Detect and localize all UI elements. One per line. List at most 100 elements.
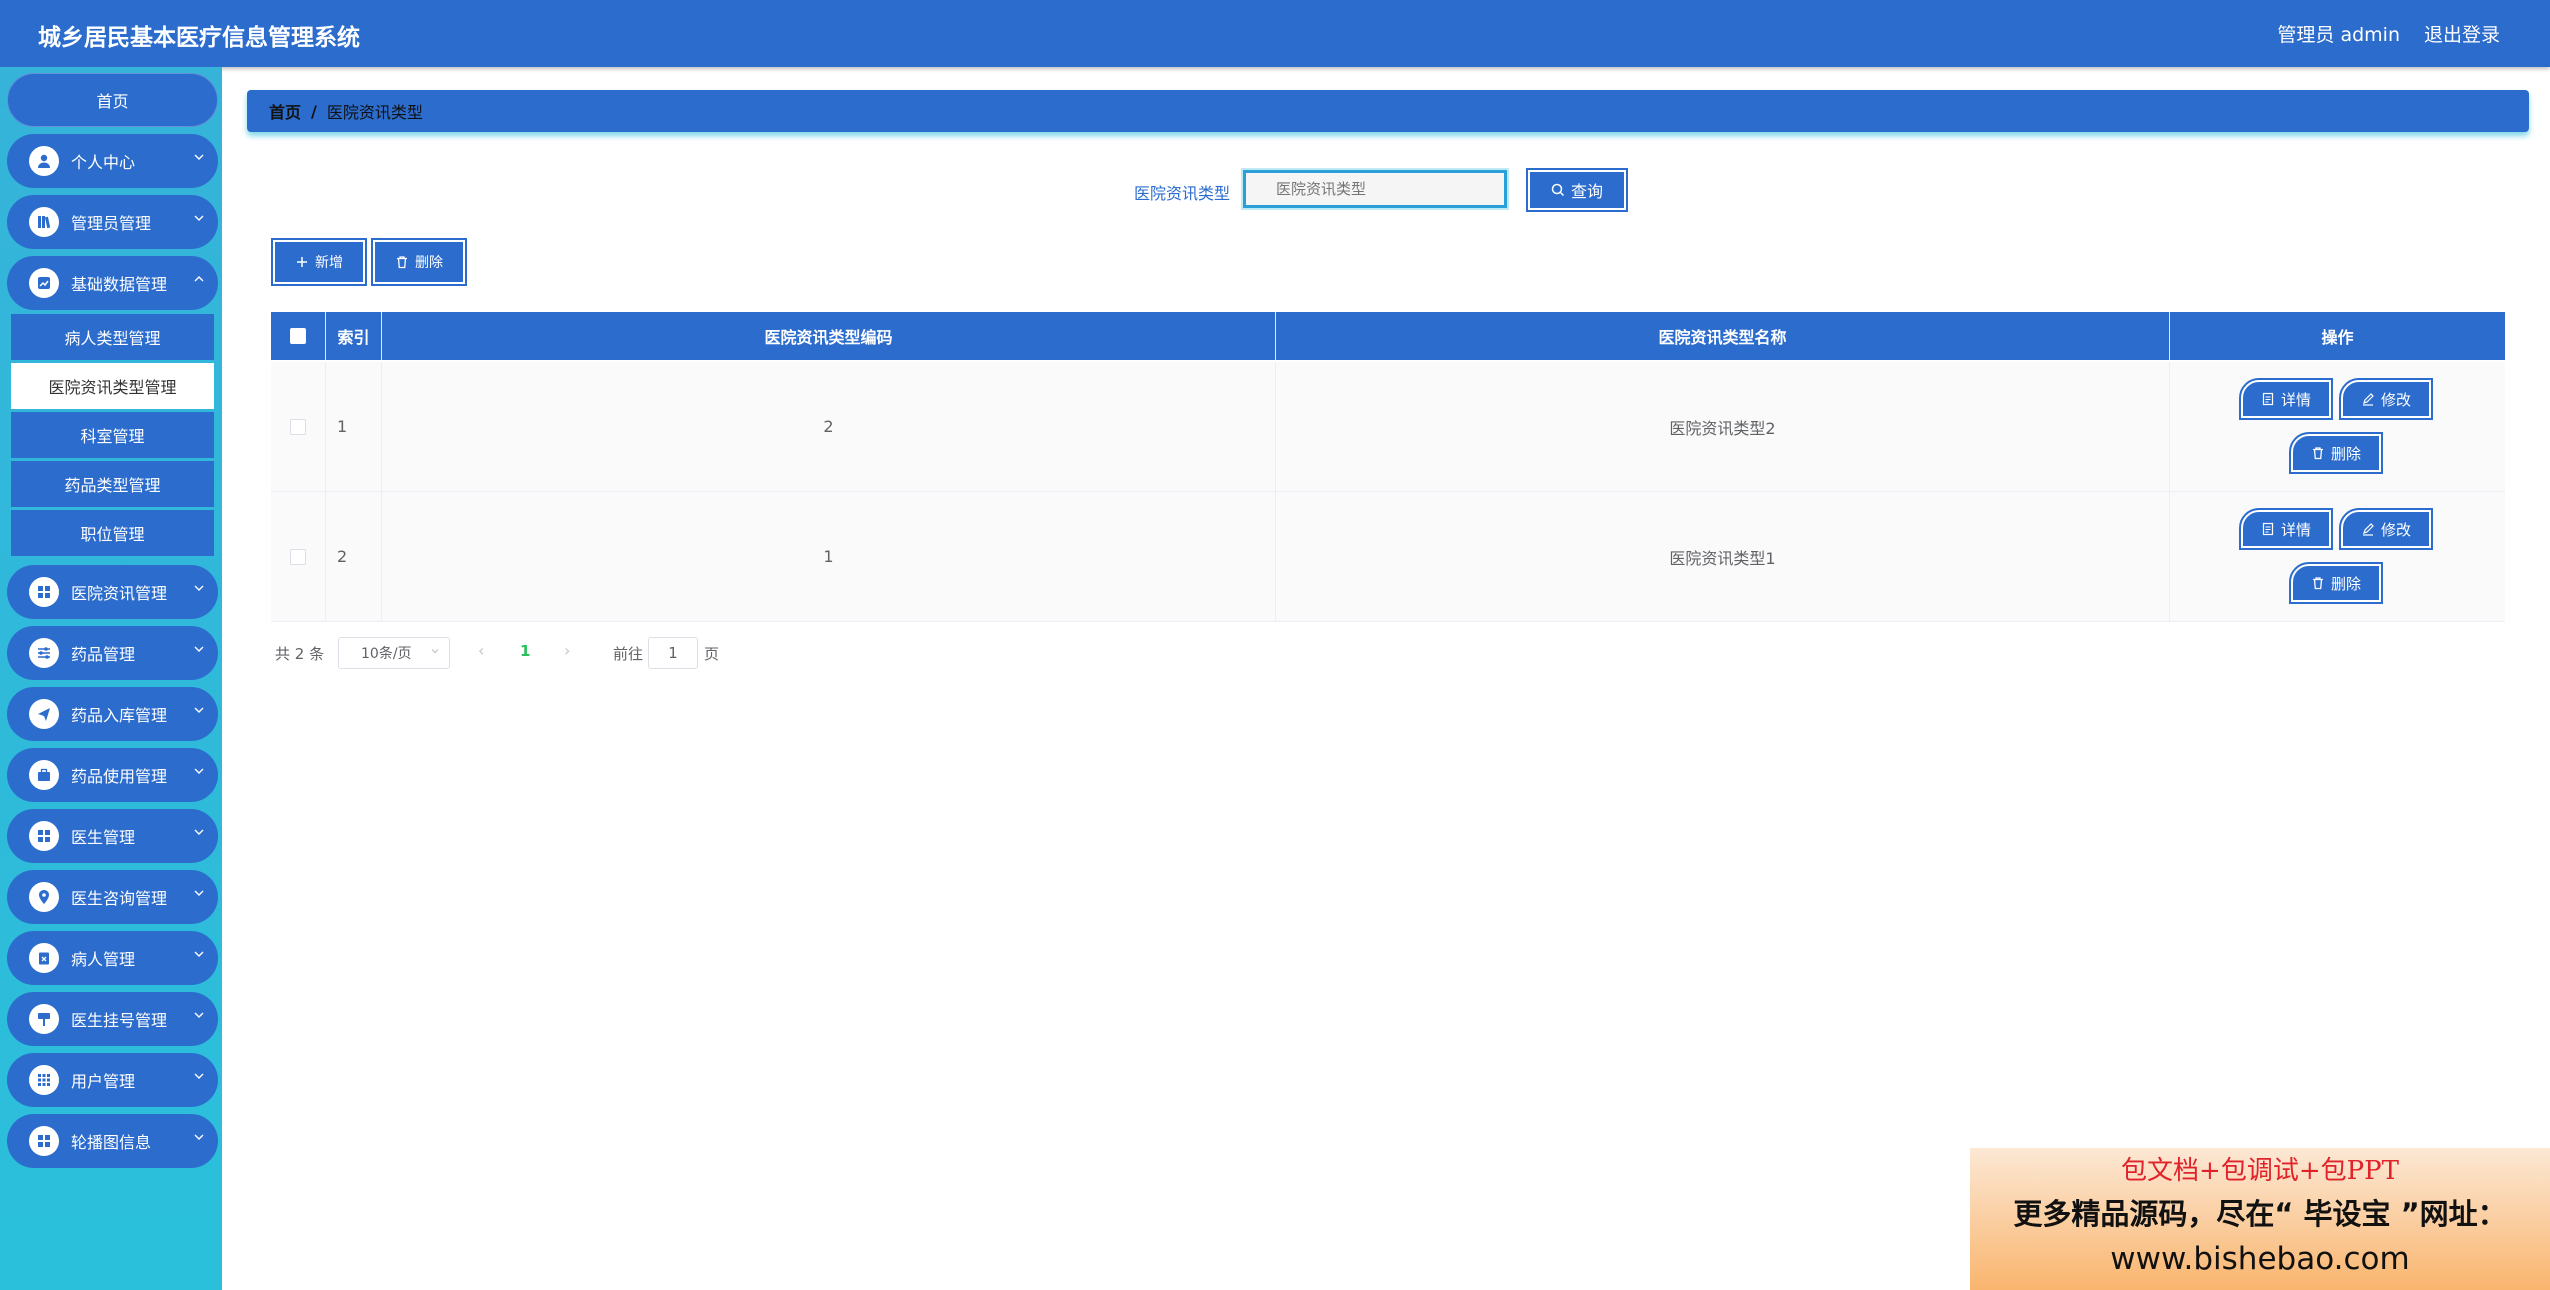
sliders-icon	[29, 638, 59, 668]
sidebar-item-doctor-consultation[interactable]: 医生咨询管理	[7, 870, 218, 924]
chevron-up-icon	[194, 276, 204, 282]
breadcrumb-current: 医院资讯类型	[326, 103, 423, 122]
next-page-button[interactable]: ›	[564, 641, 570, 660]
sidebar-item-drug-stock-in[interactable]: 药品入库管理	[7, 687, 218, 741]
detail-button-label: 详情	[2280, 390, 2311, 409]
plus-icon	[297, 257, 307, 267]
actions-cell: 详情 修改 删除	[2170, 362, 2505, 491]
promo-line-3: www.bishebao.com	[2110, 1241, 2410, 1277]
sidebar-item-drug-management[interactable]: 药品管理	[7, 626, 218, 680]
table-row: 2 1 医院资讯类型1 详情 修改 删除	[271, 492, 2505, 622]
sidebar-item-label: 药品入库管理	[71, 706, 168, 725]
delete-button-label: 删除	[2330, 444, 2361, 463]
edit-button-label: 修改	[2380, 520, 2411, 539]
delete-button[interactable]: 删除	[2289, 562, 2383, 604]
promo-line-1: 包文档+包调试+包PPT	[2121, 1156, 2399, 1186]
sidebar-item-admin-management[interactable]: 管理员管理	[7, 195, 218, 249]
trash-icon	[2312, 577, 2323, 590]
sidebar-item-carousel[interactable]: 轮播图信息	[7, 1114, 218, 1168]
sidebar-item-hospital-news[interactable]: 医院资讯管理	[7, 565, 218, 619]
edit-icon	[2362, 523, 2374, 536]
query-button[interactable]: 查询	[1526, 168, 1628, 212]
prev-page-button[interactable]: ‹	[478, 641, 484, 660]
sidebar-subitem-position[interactable]: 职位管理	[11, 510, 214, 556]
detail-button-label: 详情	[2280, 520, 2311, 539]
actions-cell: 详情 修改 删除	[2170, 492, 2505, 621]
goto-page-input[interactable]	[648, 637, 698, 669]
sidebar-item-label: 个人中心	[71, 153, 136, 172]
sidebar-subitem-department[interactable]: 科室管理	[11, 412, 214, 458]
sidebar-item-label: 基础数据管理	[71, 275, 168, 294]
sidebar-item-label: 医生挂号管理	[71, 1011, 168, 1030]
edit-button-label: 修改	[2380, 390, 2411, 409]
name-cell: 医院资讯类型2	[1276, 362, 2170, 491]
breadcrumb: 首页 / 医院资讯类型	[247, 90, 2529, 132]
select-all-checkbox[interactable]	[290, 328, 306, 344]
detail-button[interactable]: 详情	[2239, 508, 2333, 550]
search-icon	[1551, 183, 1565, 197]
chevron-down-icon	[194, 1134, 204, 1140]
row-select-cell	[271, 362, 326, 491]
sidebar-item-label: 管理员管理	[71, 214, 152, 233]
sidebar-item-label: 药品使用管理	[71, 767, 168, 786]
table-row: 1 2 医院资讯类型2 详情 修改 删除	[271, 362, 2505, 492]
apps-icon	[29, 1065, 59, 1095]
edit-button[interactable]: 修改	[2339, 508, 2433, 550]
breadcrumb-separator: /	[311, 101, 317, 121]
batch-delete-button[interactable]: 删除	[371, 238, 467, 286]
row-checkbox[interactable]	[290, 548, 306, 565]
sidebar-item-patient-management[interactable]: 病人管理	[7, 931, 218, 985]
grid-icon	[29, 1126, 59, 1156]
column-header: 医院资讯类型名称	[1276, 312, 2170, 360]
name-cell: 医院资讯类型1	[1276, 492, 2170, 621]
batch-delete-button-label: 删除	[415, 255, 443, 271]
sidebar-item-label: 用户管理	[71, 1072, 136, 1091]
promo-banner: 包文档+包调试+包PPT 更多精品源码，尽在“ 毕设宝 ”网址： www.bis…	[1970, 1148, 2550, 1290]
chevron-down-icon	[194, 215, 204, 221]
page-size-select[interactable]: 10条/页	[338, 637, 450, 669]
chevron-down-icon	[194, 1012, 204, 1018]
sidebar-item-home[interactable]: 首页	[7, 73, 218, 127]
pagination-total: 共 2 条	[275, 645, 325, 663]
detail-button[interactable]: 详情	[2239, 378, 2333, 420]
sidebar-item-doctor-management[interactable]: 医生管理	[7, 809, 218, 863]
sidebar-item-basic-data[interactable]: 基础数据管理	[7, 256, 218, 310]
sidebar-subitem-news-type[interactable]: 医院资讯类型管理	[11, 363, 214, 409]
breadcrumb-home[interactable]: 首页	[269, 99, 301, 123]
sidebar-item-personal-center[interactable]: 个人中心	[7, 134, 218, 188]
clipboard-icon	[29, 943, 59, 973]
add-button[interactable]: 新增	[271, 238, 367, 286]
chevron-down-icon	[194, 1073, 204, 1079]
search-input[interactable]	[1241, 168, 1509, 210]
page-number-current[interactable]: 1	[520, 642, 530, 660]
sidebar-item-drug-usage[interactable]: 药品使用管理	[7, 748, 218, 802]
user-icon	[29, 146, 59, 176]
chevron-down-icon	[194, 829, 204, 835]
column-header: 医院资讯类型编码	[382, 312, 1276, 360]
edit-button[interactable]: 修改	[2339, 378, 2433, 420]
sidebar-subitem-patient-type[interactable]: 病人类型管理	[11, 314, 214, 360]
add-button-label: 新增	[315, 255, 343, 271]
sidebar-item-label: 医生咨询管理	[71, 889, 168, 908]
page-size-value: 10条/页	[361, 646, 412, 662]
delete-button[interactable]: 删除	[2289, 432, 2383, 474]
chevron-down-icon	[194, 154, 204, 160]
document-icon	[2262, 392, 2274, 406]
sidebar-subitem-drug-type[interactable]: 药品类型管理	[11, 461, 214, 507]
document-icon	[2262, 522, 2274, 536]
sidebar-item-registration[interactable]: 医生挂号管理	[7, 992, 218, 1046]
sidebar: 首页 个人中心 管理员管理 基础数据管理 病人类型管理 医院资讯类型管理 科室管…	[0, 67, 222, 1290]
sidebar-item-label: 药品管理	[71, 645, 136, 664]
row-checkbox[interactable]	[290, 418, 306, 435]
admin-label: 管理员 admin	[2277, 24, 2400, 46]
sidebar-item-user-management[interactable]: 用户管理	[7, 1053, 218, 1107]
logout-link[interactable]: 退出登录	[2424, 20, 2500, 47]
sidebar-item-label: 轮播图信息	[71, 1133, 152, 1152]
index-cell: 2	[326, 492, 382, 621]
select-all-cell	[271, 312, 326, 360]
code-cell: 2	[382, 362, 1276, 491]
chevron-down-icon	[431, 649, 439, 654]
chevron-down-icon	[194, 951, 204, 957]
sidebar-item-label: 医院资讯管理	[71, 584, 168, 603]
grid-icon	[29, 821, 59, 851]
